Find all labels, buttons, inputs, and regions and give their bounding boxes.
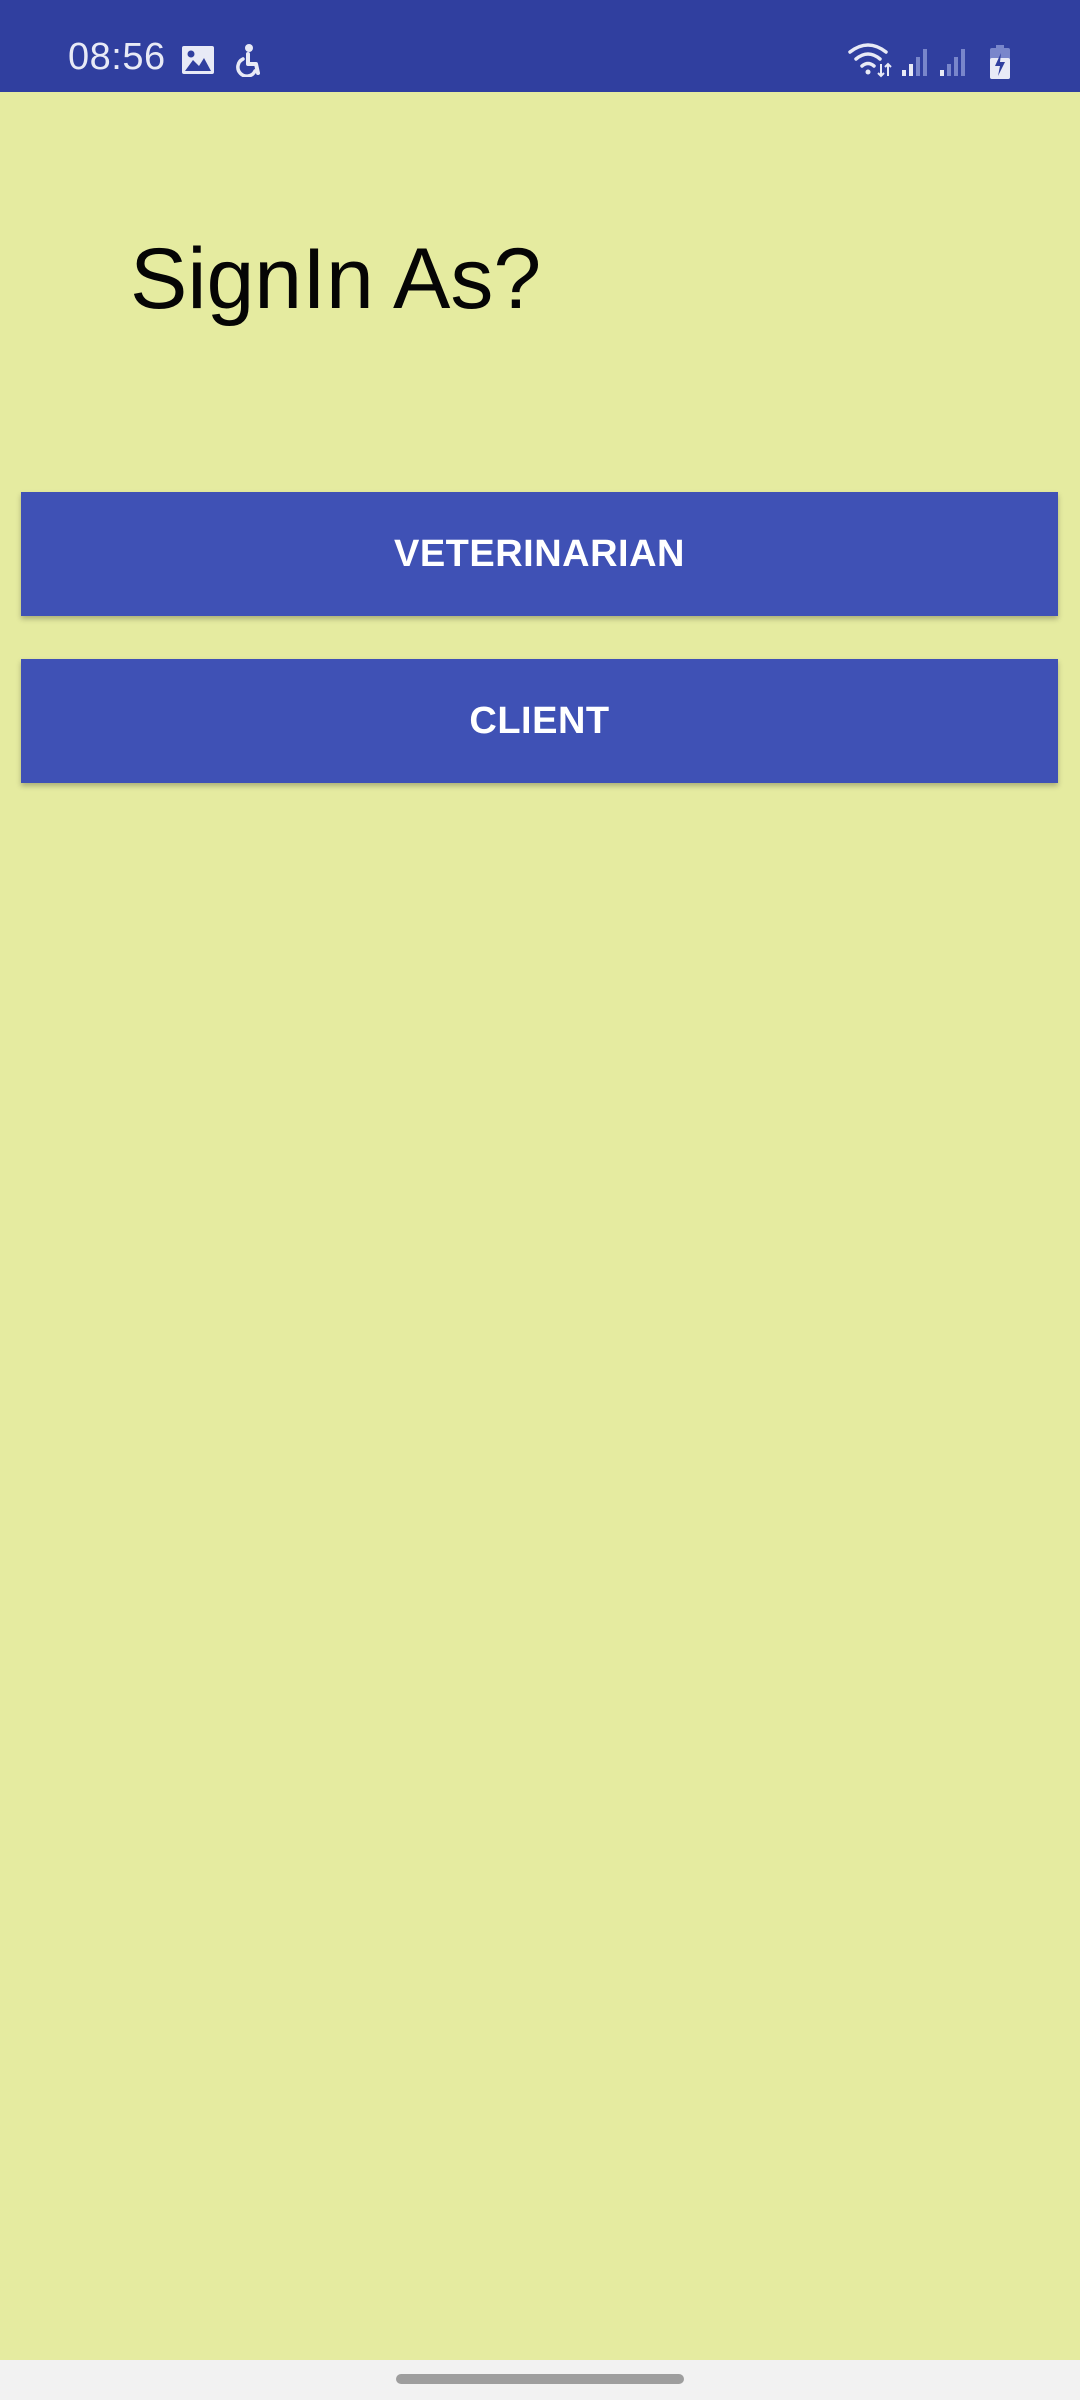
gallery-icon [182, 46, 214, 74]
signin-screen: SignIn As? VETERINARIAN CLIENT [0, 92, 1080, 2360]
navigation-bar [0, 2360, 1080, 2400]
status-time: 08:56 [68, 36, 166, 78]
signal-icon [940, 49, 965, 76]
signal-icon [902, 49, 927, 76]
wifi-icon [848, 43, 892, 78]
client-button[interactable]: CLIENT [21, 659, 1058, 783]
page-title: SignIn As? [130, 231, 542, 327]
veterinarian-button[interactable]: VETERINARIAN [21, 492, 1058, 616]
accessibility-icon [236, 44, 260, 77]
status-bar: 08:56 [0, 0, 1080, 92]
home-indicator[interactable] [396, 2374, 684, 2384]
battery-charging-icon [990, 45, 1010, 79]
